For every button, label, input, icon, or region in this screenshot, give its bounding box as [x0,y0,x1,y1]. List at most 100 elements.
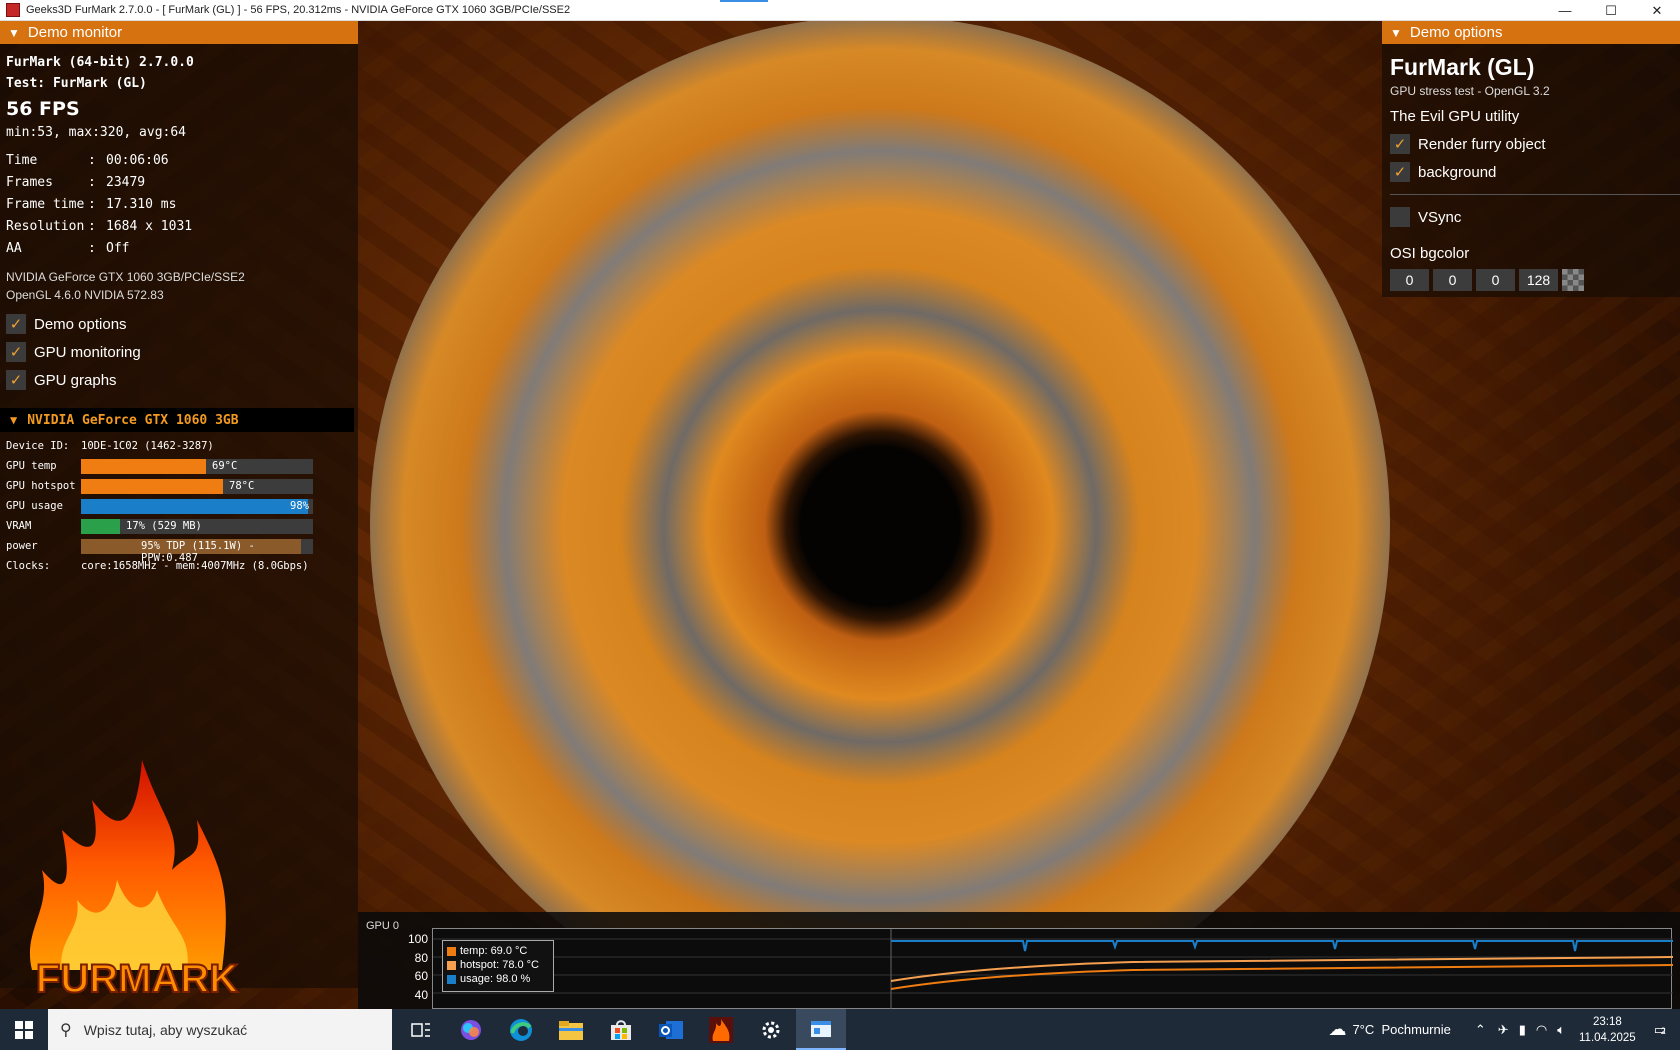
fps-stats: min:53, max:320, avg:64 [6,125,187,140]
battery-icon[interactable]: ▮ [1519,1022,1526,1038]
volume-muted-icon[interactable]: 🔈︎ [1557,1022,1565,1038]
notification-count: 2 [1660,1025,1666,1036]
legend-item: usage: 98.0 % [447,972,549,986]
stat-row: Time:00:06:06 [6,153,169,168]
windows-taskbar: ⚲ Wpisz tutaj, aby wyszukać ☁ 7°C Pochmu… [0,1009,1680,1050]
window-titlebar: Geeks3D FurMark 2.7.0.0 - [ FurMark (GL)… [0,0,1680,21]
collapse-triangle-icon: ▼ [10,413,18,427]
check-icon: ✓ [6,342,26,362]
demo-subtitle: GPU stress test - OpenGL 3.2 [1390,84,1550,98]
checkbox-gpu-graphs[interactable]: ✓ GPU graphs [6,366,352,394]
settings-gear-icon[interactable] [746,1009,796,1050]
stat-row: Frame time:17.310 ms [6,197,177,212]
close-button[interactable]: ✕ [1634,0,1680,21]
bgcolor-a-input[interactable]: 128 [1519,269,1558,291]
search-icon: ⚲ [60,1021,72,1039]
collapse-triangle-icon: ▼ [8,25,20,40]
gpu-temp-bar: 69°C [81,458,313,474]
copilot-icon[interactable] [446,1009,496,1050]
collapse-triangle-icon: ▼ [1390,25,1402,40]
check-icon: ✓ [1390,134,1410,154]
graph-plot-area [432,928,1673,1009]
gpu-temp-row: GPU temp 69°C [6,456,352,476]
color-swatch[interactable] [1562,269,1584,291]
opengl-version: OpenGL 4.6.0 NVIDIA 572.83 [6,288,164,302]
windows-logo-icon [15,1020,33,1039]
demo-monitor-header[interactable]: ▼ Demo monitor [0,21,358,44]
unchecked-box-icon [1390,207,1410,227]
demo-options-title: Demo options [1409,24,1503,41]
legend-item: hotspot: 78.0 °C [447,958,549,972]
furmark-taskbar-icon[interactable] [696,1009,746,1050]
stat-row: AA: Off [6,241,130,256]
search-placeholder: Wpisz tutaj, aby wyszukać [83,1021,248,1038]
weather-cloud-icon[interactable]: ☁ [1328,1019,1346,1040]
vram-bar: 17% (529 MB) [81,518,313,534]
system-clock[interactable]: 23:18 11.04.2025 [1579,1014,1636,1046]
notification-center-icon[interactable]: ▭ 2 [1654,1022,1666,1038]
clock-time: 23:18 [1592,1015,1622,1028]
gpu-usage-row: GPU usage 98% [6,496,352,516]
task-view-icon[interactable] [396,1009,446,1050]
utility-label: The Evil GPU utility [1390,108,1520,125]
graph-y-axis: 100 80 60 40 [394,932,428,1006]
y-tick: 60 [414,969,428,983]
test-name: Test: FurMark (GL) [6,76,147,91]
y-tick: 40 [414,987,428,1002]
demo-monitor-title: Demo monitor [27,24,123,41]
stat-row: Frames:23479 [6,175,146,190]
y-tick: 80 [414,950,428,965]
chevron-up-icon[interactable]: ⌃ [1475,1022,1486,1038]
check-icon: ✓ [1390,162,1410,182]
gpu-usage-bar: 98% [81,498,313,514]
minimize-button[interactable]: — [1542,0,1588,21]
maximize-button[interactable]: ☐ [1588,0,1634,21]
gpu-renderer: NVIDIA GeForce GTX 1060 3GB/PCIe/SSE2 [6,270,245,284]
bgcolor-r-input[interactable]: 0 [1390,269,1429,291]
gpu-hotspot-row: GPU hotspot 78°C [6,476,352,496]
furmark-app-icon [6,3,20,17]
bgcolor-b-input[interactable]: 0 [1476,269,1515,291]
clock-date: 11.04.2025 [1579,1031,1636,1044]
y-tick: 100 [407,932,428,946]
checkbox-render-furry[interactable]: ✓ Render furry object [1390,130,1672,158]
power-bar: 95% TDP (115.1W) - PPW:0.487 [81,538,313,564]
titlebar-accent [720,0,768,2]
gpu-monitor-header[interactable]: ▼ NVIDIA GeForce GTX 1060 3GB [0,408,354,432]
start-button[interactable] [0,1009,48,1050]
demo-options-header[interactable]: ▼ Demo options [1382,21,1680,44]
logo-text: FURMARK [36,957,238,1001]
gpu-graph-panel: GPU 0 100 80 60 40 temp: 69.0 °C hotspot… [358,912,1680,1009]
checkbox-background[interactable]: ✓ background [1390,158,1672,186]
network-icon[interactable]: ✈ [1498,1022,1509,1038]
outlook-icon[interactable] [646,1009,696,1050]
checkbox-gpu-monitoring[interactable]: ✓ GPU monitoring [6,338,352,366]
furmark-logo: FURMARK [29,760,239,1002]
file-explorer-icon[interactable] [546,1009,596,1050]
furry-object-render [370,21,1390,1009]
demo-options-panel: ▼ Demo options FurMark (GL) GPU stress t… [1382,21,1680,297]
stat-row: Resolution:1684 x 1031 [6,219,193,234]
checkbox-demo-options[interactable]: ✓ Demo options [6,310,352,338]
graph-legend: temp: 69.0 °C hotspot: 78.0 °C usage: 98… [442,940,554,992]
legend-item: temp: 69.0 °C [447,944,549,958]
check-icon: ✓ [6,314,26,334]
wifi-icon[interactable]: ◠ [1536,1022,1547,1038]
bgcolor-label: OSI bgcolor [1390,245,1470,262]
bgcolor-g-input[interactable]: 0 [1433,269,1472,291]
active-window-icon[interactable] [796,1009,846,1050]
checkbox-vsync[interactable]: VSync [1390,203,1672,231]
edge-browser-icon[interactable] [496,1009,546,1050]
vram-row: VRAM 17% (529 MB) [6,516,352,536]
separator [1390,194,1680,195]
usage-line [891,940,1673,952]
weather-text[interactable]: 7°C Pochmurnie [1352,1022,1450,1037]
check-icon: ✓ [6,370,26,390]
window-title: Geeks3D FurMark 2.7.0.0 - [ FurMark (GL)… [26,4,571,16]
fps-value: 56 FPS [6,98,80,120]
app-version: FurMark (64-bit) 2.7.0.0 [6,55,194,70]
microsoft-store-icon[interactable] [596,1009,646,1050]
demo-title: FurMark (GL) [1390,54,1535,80]
taskbar-search-box[interactable]: ⚲ Wpisz tutaj, aby wyszukać [48,1009,392,1050]
graph-gpu-label: GPU 0 [366,920,400,932]
